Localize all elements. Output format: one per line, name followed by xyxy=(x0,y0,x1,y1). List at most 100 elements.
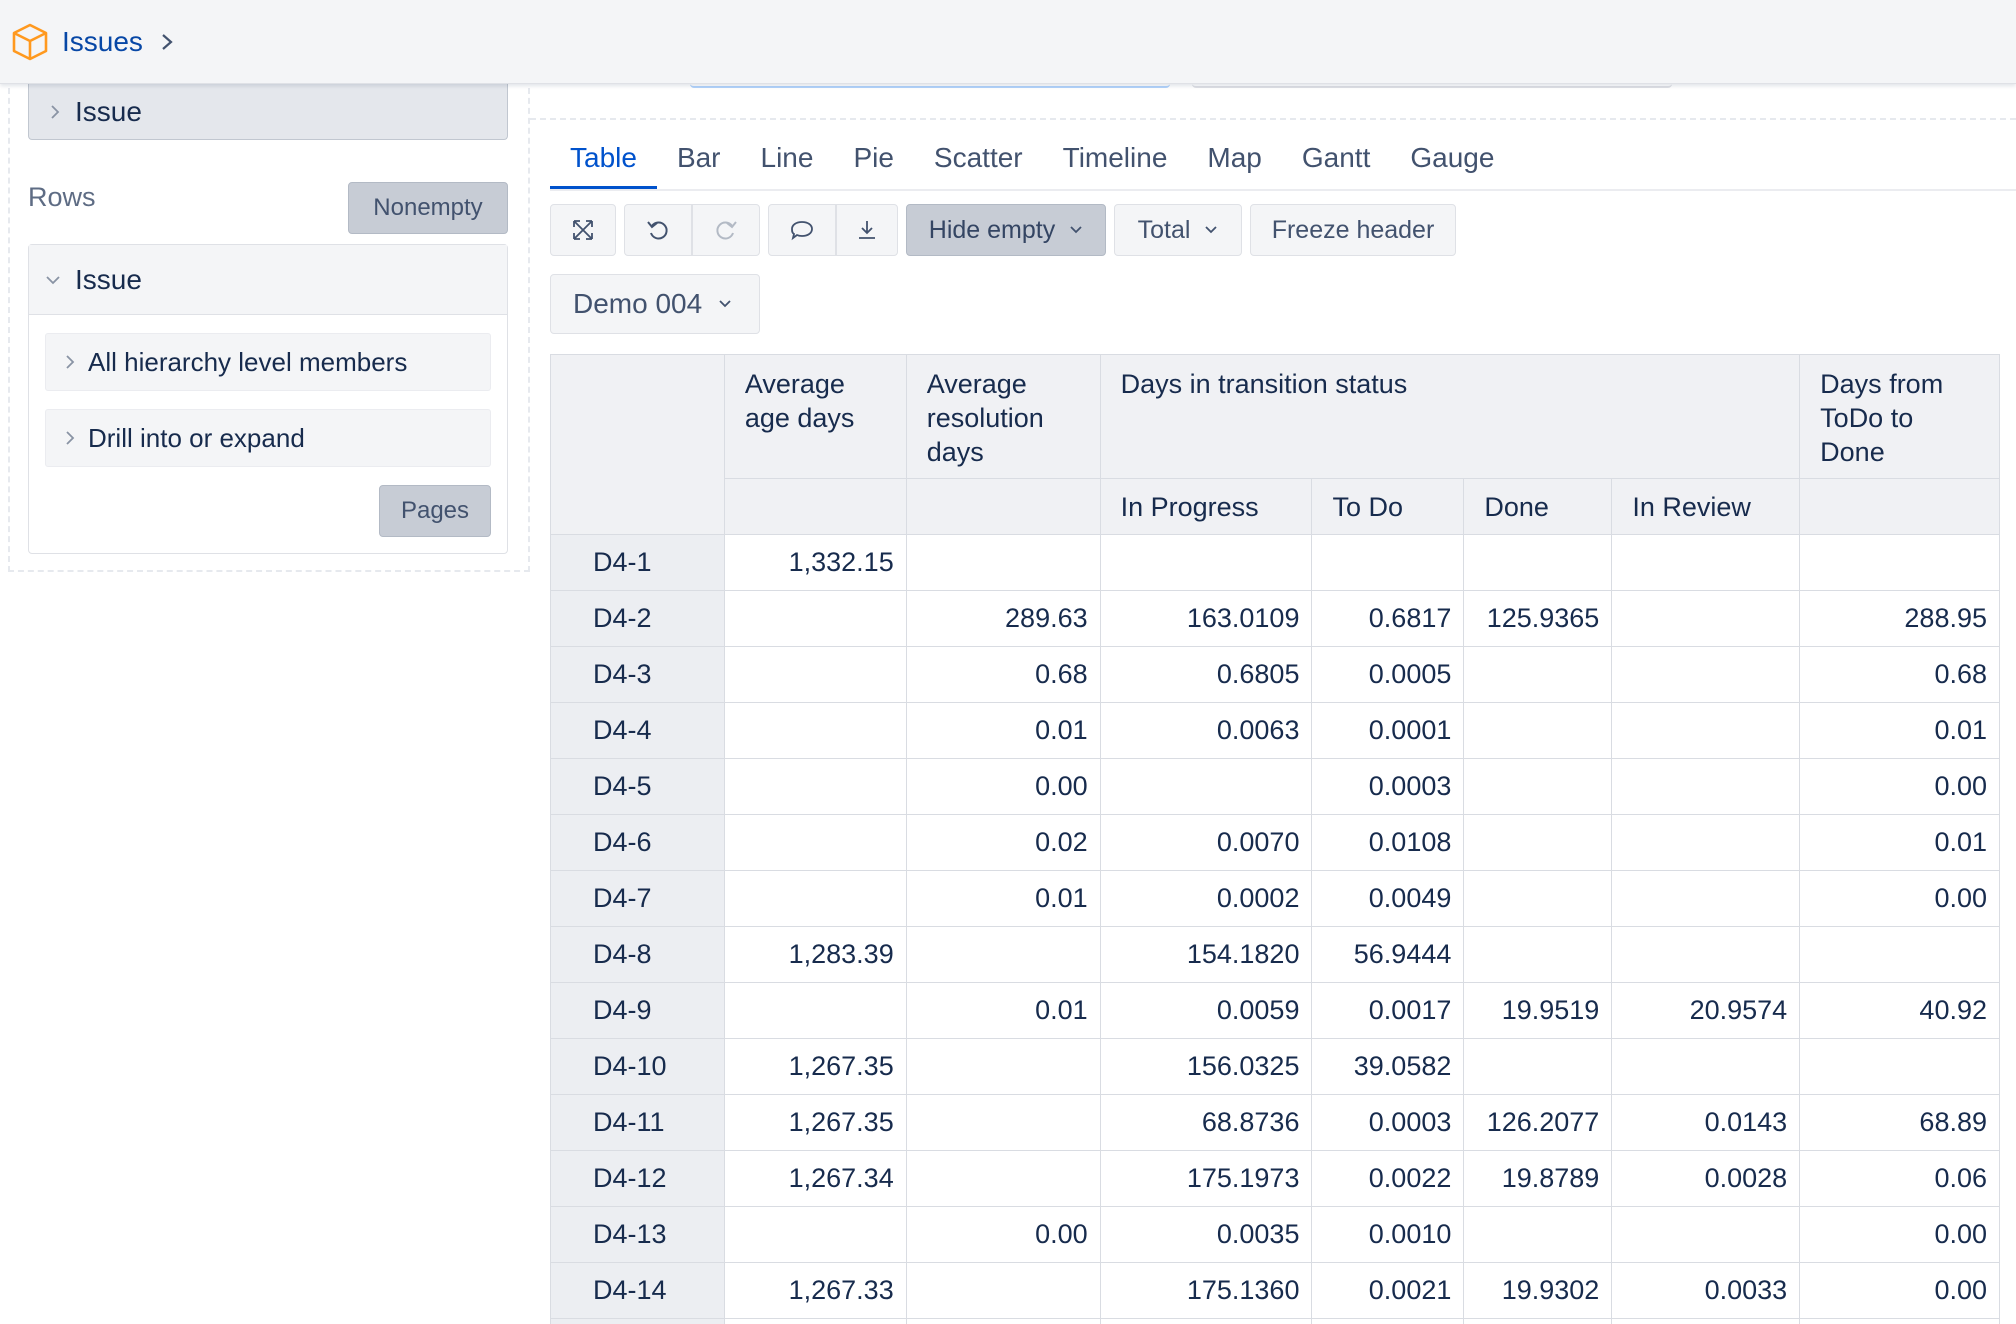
tab-line[interactable]: Line xyxy=(741,136,834,190)
subheader-empty xyxy=(1799,478,2000,535)
column-header-todo-to-done[interactable]: Days from ToDo to Done xyxy=(1799,354,2000,479)
export-button[interactable] xyxy=(836,204,898,256)
table-row: D4-8 1,283.39 154.1820 56.9444 xyxy=(550,926,2000,983)
subheader-in-review[interactable]: In Review xyxy=(1611,478,1801,535)
table-row: D4-1 1,332.15 xyxy=(550,534,2000,591)
tab-timeline[interactable]: Timeline xyxy=(1043,136,1188,190)
table-cell xyxy=(1611,702,1801,759)
table-cell xyxy=(905,1262,1101,1319)
undo-button[interactable] xyxy=(624,204,692,256)
table-cell: 0.0010 xyxy=(1311,1206,1465,1263)
breadcrumb-issues[interactable]: Issues xyxy=(62,26,143,58)
subheader-done[interactable]: Done xyxy=(1463,478,1613,535)
table-cell: 1,332.15 xyxy=(723,534,907,591)
table-cell: 0.0063 xyxy=(1099,702,1313,759)
row-header[interactable]: D4-8 xyxy=(550,926,725,983)
row-header[interactable]: D4-7 xyxy=(550,870,725,927)
report-table: Average age days Average resolution days… xyxy=(550,354,2000,1324)
hide-empty-dropdown[interactable]: Hide empty xyxy=(906,204,1106,256)
column-header-days-in-transition[interactable]: Days in transition status xyxy=(1099,354,1801,479)
table-cell xyxy=(1611,1318,1801,1324)
table-cell xyxy=(723,814,907,871)
row-header[interactable]: D4-2 xyxy=(550,590,725,647)
table-cell: 40.92 xyxy=(1799,982,2000,1039)
drill-into-expand-item[interactable]: Drill into or expand xyxy=(45,409,491,467)
tab-gantt[interactable]: Gantt xyxy=(1282,136,1390,190)
chevron-right-icon xyxy=(66,431,75,445)
row-header[interactable]: D4-5 xyxy=(550,758,725,815)
row-header[interactable]: D4-10 xyxy=(550,1038,725,1095)
table-cell xyxy=(905,1038,1101,1095)
table-cell xyxy=(1611,1038,1801,1095)
table-cell xyxy=(1099,1318,1313,1324)
table-cell xyxy=(723,758,907,815)
comment-button[interactable] xyxy=(768,204,836,256)
table-cell: 289.63 xyxy=(905,590,1101,647)
pages-button[interactable]: Pages xyxy=(379,485,491,537)
table-cell: 0.68 xyxy=(905,646,1101,703)
row-header[interactable] xyxy=(550,1318,725,1324)
column-header-average-resolution[interactable]: Average resolution days xyxy=(905,354,1101,479)
table-row: D4-11 1,267.35 68.8736 0.0003 126.2077 0.0143… xyxy=(550,1094,2000,1151)
chevron-right-icon xyxy=(66,355,75,369)
download-icon xyxy=(859,221,875,239)
table-cell: 0.00 xyxy=(905,758,1101,815)
table-cell: 0.0022 xyxy=(1311,1150,1465,1207)
row-header[interactable]: D4-4 xyxy=(550,702,725,759)
redo-icon xyxy=(716,221,737,240)
table-cell: 39.0582 xyxy=(1311,1038,1465,1095)
table-cell xyxy=(1311,1318,1465,1324)
total-dropdown[interactable]: Total xyxy=(1114,204,1242,256)
row-header[interactable]: D4-13 xyxy=(550,1206,725,1263)
tab-map[interactable]: Map xyxy=(1187,136,1281,190)
table-cell: 0.01 xyxy=(1799,814,2000,871)
corner-header xyxy=(550,354,725,535)
report-table-container[interactable]: Average age days Average resolution days… xyxy=(550,354,2000,1324)
hide-empty-label: Hide empty xyxy=(928,215,1056,244)
table-cell: 125.9365 xyxy=(1463,590,1613,647)
tab-pie[interactable]: Pie xyxy=(833,136,913,190)
expand-icon xyxy=(573,220,593,240)
all-hierarchy-members-item[interactable]: All hierarchy level members xyxy=(45,333,491,391)
column-header-average-age[interactable]: Average age days xyxy=(723,354,907,479)
table-cell: 288.95 xyxy=(1799,590,2000,647)
tab-bar[interactable]: Bar xyxy=(657,136,741,190)
tab-gauge[interactable]: Gauge xyxy=(1390,136,1514,190)
fullscreen-button[interactable] xyxy=(550,204,616,256)
cube-icon xyxy=(12,23,48,60)
table-cell: 68.89 xyxy=(1799,1094,2000,1151)
tab-scatter[interactable]: Scatter xyxy=(914,136,1043,190)
table-row xyxy=(550,1318,2000,1324)
table-cell: 1,267.33 xyxy=(723,1262,907,1319)
row-header[interactable]: D4-11 xyxy=(550,1094,725,1151)
row-header[interactable]: D4-12 xyxy=(550,1150,725,1207)
table-cell xyxy=(1611,1206,1801,1263)
rows-issue-header[interactable]: Issue xyxy=(29,245,507,315)
row-header[interactable]: D4-1 xyxy=(550,534,725,591)
table-cell: 0.0005 xyxy=(1311,646,1465,703)
subheader-in-progress[interactable]: In Progress xyxy=(1099,478,1313,535)
table-cell: 1,267.35 xyxy=(723,1094,907,1151)
table-cell xyxy=(1099,758,1313,815)
table-cell: 0.0059 xyxy=(1099,982,1313,1039)
row-header[interactable]: D4-6 xyxy=(550,814,725,871)
table-cell: 20.9574 xyxy=(1611,982,1801,1039)
chevron-right-icon xyxy=(162,33,173,50)
table-cell xyxy=(1799,1038,2000,1095)
redo-button[interactable] xyxy=(692,204,760,256)
row-header[interactable]: D4-14 xyxy=(550,1262,725,1319)
tab-table[interactable]: Table xyxy=(550,136,657,190)
table-cell xyxy=(1799,1318,2000,1324)
table-cell: 1,267.35 xyxy=(723,1038,907,1095)
freeze-header-button[interactable]: Freeze header xyxy=(1250,204,1456,256)
rows-issue-card: Issue All hierarchy level members Drill … xyxy=(28,244,508,554)
table-cell xyxy=(1463,1206,1613,1263)
subheader-to-do[interactable]: To Do xyxy=(1311,478,1465,535)
page-member-select[interactable]: Demo 004 xyxy=(550,274,760,334)
table-cell: 175.1973 xyxy=(1099,1150,1313,1207)
table-cell: 0.01 xyxy=(905,982,1101,1039)
row-header[interactable]: D4-9 xyxy=(550,982,725,1039)
nonempty-button[interactable]: Nonempty xyxy=(348,182,508,234)
row-header[interactable]: D4-3 xyxy=(550,646,725,703)
table-cell: 68.8736 xyxy=(1099,1094,1313,1151)
